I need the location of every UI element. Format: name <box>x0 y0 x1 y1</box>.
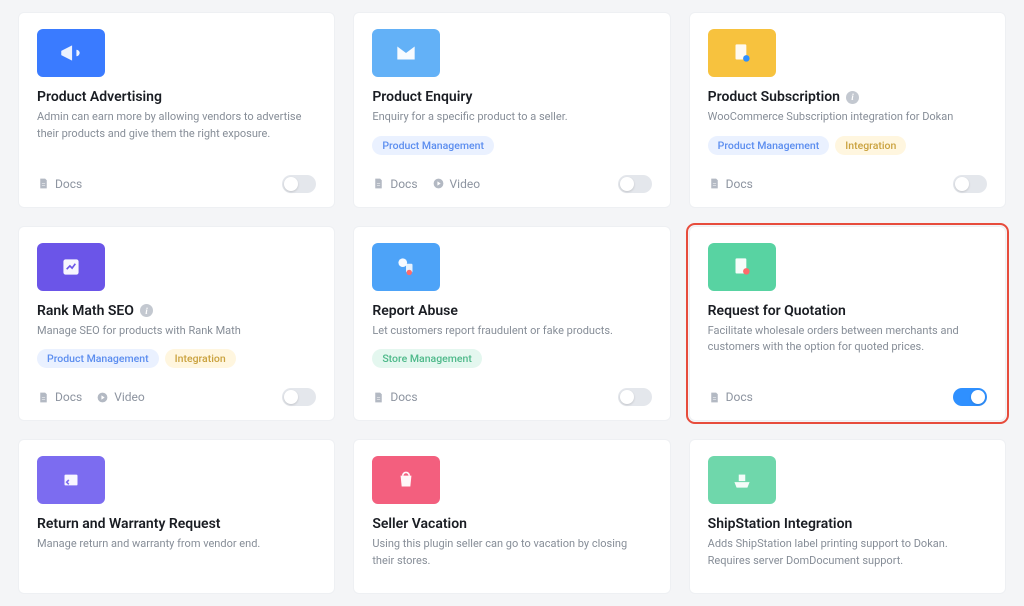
chart-icon <box>37 243 105 291</box>
tag-store-management[interactable]: Store Management <box>372 349 482 368</box>
module-card: Seller Vacation Using this plugin seller … <box>353 439 670 594</box>
docs-link[interactable]: Docs <box>37 390 82 404</box>
card-description: Manage SEO for products with Rank Math <box>37 323 316 340</box>
card-title-row: Product Advertising <box>37 89 316 105</box>
docs-link[interactable]: Docs <box>37 177 82 191</box>
megaphone-icon <box>37 29 105 77</box>
tag-list: Store Management <box>372 349 651 368</box>
footer-links: Docs <box>708 390 753 404</box>
module-card: Report Abuse Let customers report fraudul… <box>353 226 670 422</box>
video-label: Video <box>114 390 145 404</box>
footer-links: Docs <box>372 390 417 404</box>
card-footer: Docs <box>708 378 987 406</box>
ship-icon <box>708 456 776 504</box>
docs-link[interactable]: Docs <box>372 390 417 404</box>
enable-toggle[interactable] <box>618 388 652 406</box>
enable-toggle[interactable] <box>618 175 652 193</box>
mail-icon <box>372 29 440 77</box>
card-title: Request for Quotation <box>708 303 846 319</box>
tag-list: Product Management <box>372 136 651 155</box>
enable-toggle[interactable] <box>282 388 316 406</box>
card-description: Using this plugin seller can go to vacat… <box>372 536 651 569</box>
tag-integration[interactable]: Integration <box>835 136 906 155</box>
docs-label: Docs <box>726 390 753 404</box>
card-title: ShipStation Integration <box>708 516 853 532</box>
docs-label: Docs <box>55 390 82 404</box>
docs-link[interactable]: Docs <box>372 177 417 191</box>
card-title-row: Rank Math SEO i <box>37 303 316 319</box>
card-description: Facilitate wholesale orders between merc… <box>708 323 987 356</box>
card-description: Admin can earn more by allowing vendors … <box>37 109 316 142</box>
card-description: WooCommerce Subscription integration for… <box>708 109 987 126</box>
card-title-row: Product Enquiry <box>372 89 651 105</box>
card-title-row: Return and Warranty Request <box>37 516 316 532</box>
tag-product-management[interactable]: Product Management <box>37 349 159 368</box>
module-card: ShipStation Integration Adds ShipStation … <box>689 439 1006 594</box>
flag-icon <box>372 243 440 291</box>
refresh-icon <box>708 29 776 77</box>
info-icon[interactable]: i <box>846 91 859 104</box>
card-title: Product Advertising <box>37 89 162 105</box>
video-label: Video <box>450 177 481 191</box>
card-description: Let customers report fraudulent or fake … <box>372 323 651 340</box>
footer-links: Docs <box>37 177 82 191</box>
card-title: Seller Vacation <box>372 516 467 532</box>
card-title-row: Request for Quotation <box>708 303 987 319</box>
card-footer: Docs <box>37 165 316 193</box>
video-link[interactable]: Video <box>432 177 481 191</box>
card-footer: Docs <box>708 165 987 193</box>
card-title-row: Seller Vacation <box>372 516 651 532</box>
docs-label: Docs <box>390 390 417 404</box>
return-icon <box>37 456 105 504</box>
docs-link[interactable]: Docs <box>708 177 753 191</box>
tag-product-management[interactable]: Product Management <box>372 136 494 155</box>
footer-links: Docs Video <box>37 390 145 404</box>
module-card: Product Subscription i WooCommerce Subscri… <box>689 12 1006 208</box>
enable-toggle[interactable] <box>953 175 987 193</box>
footer-links: Docs Video <box>372 177 480 191</box>
module-card: Return and Warranty Request Manage return… <box>18 439 335 594</box>
card-footer: Docs <box>372 378 651 406</box>
module-card: Request for Quotation Facilitate wholesal… <box>689 226 1006 422</box>
card-description: Enquiry for a specific product to a sell… <box>372 109 651 126</box>
card-title-row: Report Abuse <box>372 303 651 319</box>
card-description: Adds ShipStation label printing support … <box>708 536 987 569</box>
docs-label: Docs <box>55 177 82 191</box>
enable-toggle[interactable] <box>282 175 316 193</box>
enable-toggle[interactable] <box>953 388 987 406</box>
docs-label: Docs <box>390 177 417 191</box>
doc-icon <box>708 243 776 291</box>
card-title-row: Product Subscription i <box>708 89 987 105</box>
card-title: Return and Warranty Request <box>37 516 220 532</box>
tag-product-management[interactable]: Product Management <box>708 136 830 155</box>
bag-icon <box>372 456 440 504</box>
card-title: Product Enquiry <box>372 89 472 105</box>
module-grid: Product Advertising Admin can earn more b… <box>18 12 1006 594</box>
card-title-row: ShipStation Integration <box>708 516 987 532</box>
card-footer: Docs Video <box>37 378 316 406</box>
card-title: Product Subscription <box>708 89 840 105</box>
module-card: Product Advertising Admin can earn more b… <box>18 12 335 208</box>
tag-list: Product Management Integration <box>708 136 987 155</box>
footer-links: Docs <box>708 177 753 191</box>
card-title: Rank Math SEO <box>37 303 134 319</box>
video-link[interactable]: Video <box>96 390 145 404</box>
module-card: Rank Math SEO i Manage SEO for products wi… <box>18 226 335 422</box>
info-icon[interactable]: i <box>140 304 153 317</box>
module-card: Product Enquiry Enquiry for a specific pr… <box>353 12 670 208</box>
card-footer: Docs Video <box>372 165 651 193</box>
tag-integration[interactable]: Integration <box>165 349 236 368</box>
docs-label: Docs <box>726 177 753 191</box>
docs-link[interactable]: Docs <box>708 390 753 404</box>
card-title: Report Abuse <box>372 303 458 319</box>
tag-list: Product Management Integration <box>37 349 316 368</box>
card-description: Manage return and warranty from vendor e… <box>37 536 316 553</box>
